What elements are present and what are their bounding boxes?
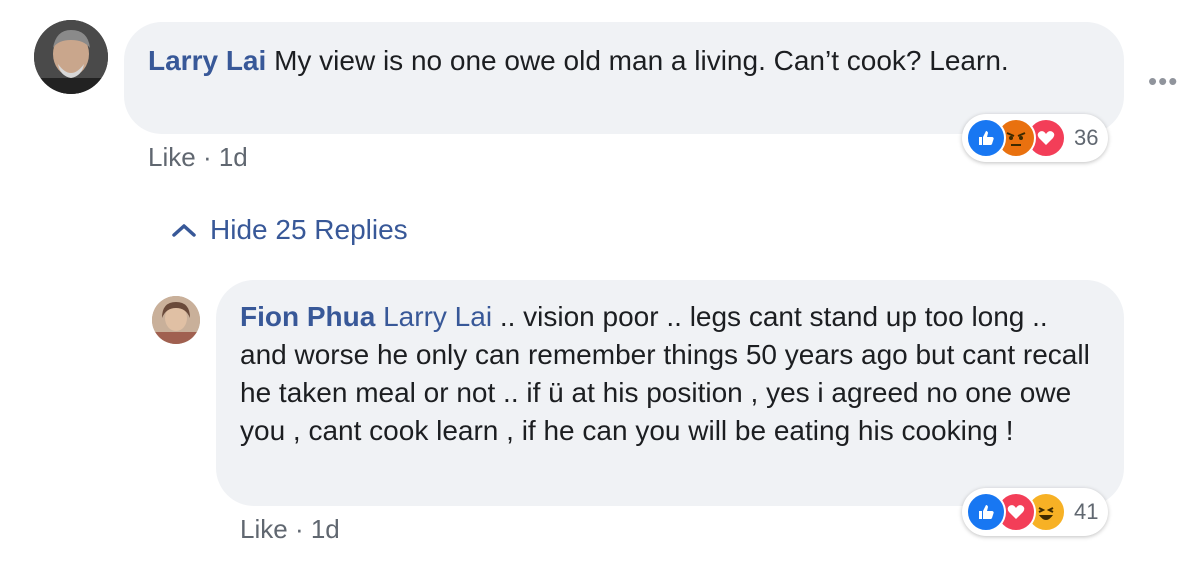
hide-replies-button[interactable]: Hide 25 Replies [170,214,408,246]
comment-actions: Like · 1d [148,142,248,173]
reply-reactions[interactable]: 41 [962,488,1109,536]
reply-author[interactable]: Fion Phua [240,301,375,332]
comment-time[interactable]: 1d [219,142,248,172]
avatar[interactable] [34,20,108,94]
separator: · [294,514,304,544]
reply-actions: Like · 1d [240,514,340,545]
more-options-icon[interactable]: ••• [1148,66,1178,97]
like-button[interactable]: Like [240,514,288,544]
like-icon [966,118,1006,158]
reply-time[interactable]: 1d [311,514,340,544]
mention-link[interactable]: Larry Lai [383,301,492,332]
comment-author[interactable]: Larry Lai [148,45,266,76]
comment-text: My view is no one owe old man a living. … [274,45,1009,76]
like-button[interactable]: Like [148,142,196,172]
comment-reactions[interactable]: 36 [962,114,1109,162]
avatar[interactable] [152,296,200,344]
reaction-count[interactable]: 41 [1074,499,1098,525]
reaction-count[interactable]: 36 [1074,125,1098,151]
reply-bubble: Fion Phua Larry Lai .. vision poor .. le… [216,280,1124,506]
hide-replies-label: Hide 25 Replies [210,214,408,245]
separator: · [202,142,212,172]
like-icon [966,492,1006,532]
chevron-up-icon [172,224,196,237]
